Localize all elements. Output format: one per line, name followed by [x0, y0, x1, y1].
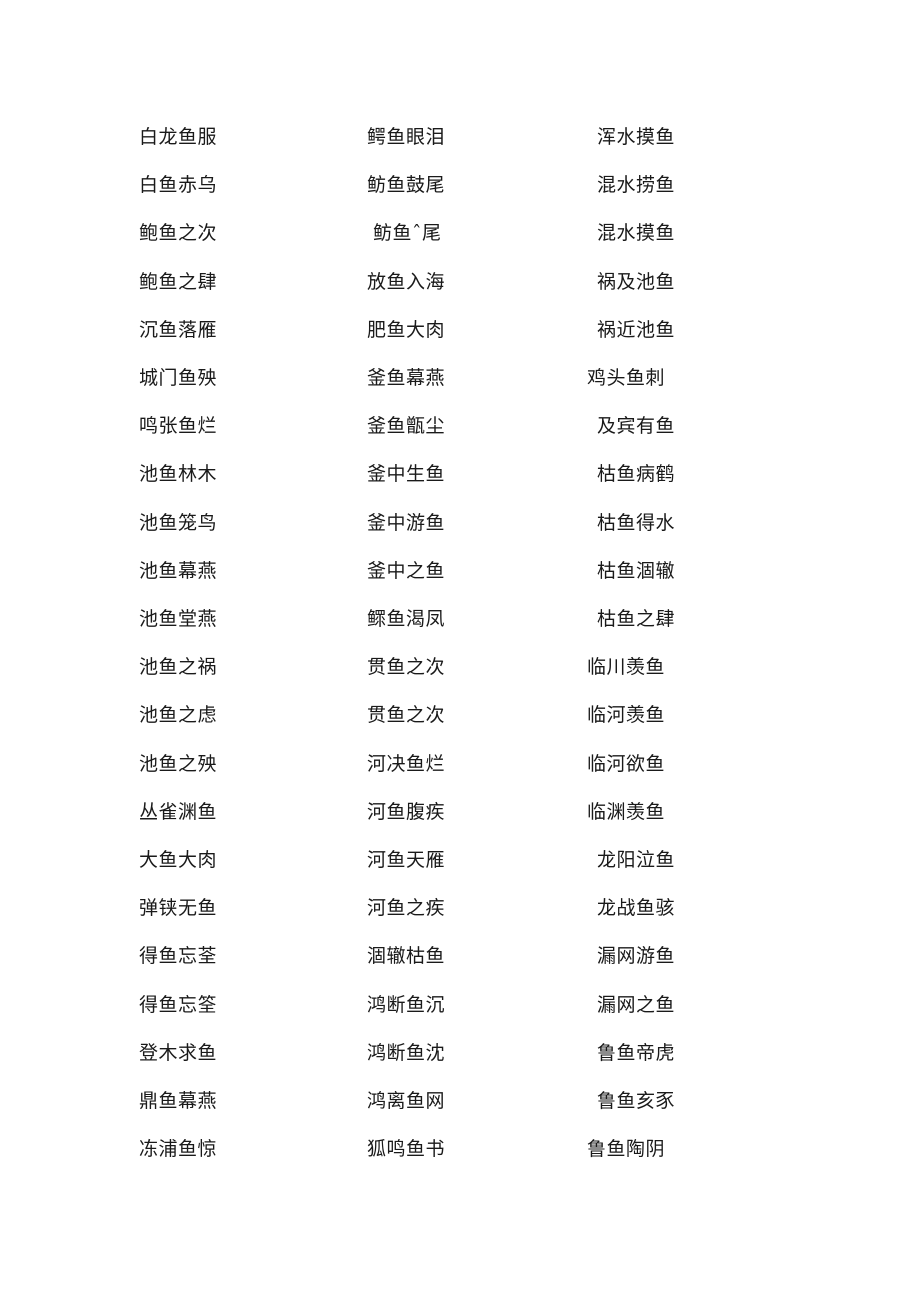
idiom-cell: 肥鱼大肉	[367, 318, 446, 341]
idiom-row: 鲍鱼之肆 放鱼入海 祸及池鱼	[0, 267, 920, 297]
idiom-cell: 鸿离鱼网	[367, 1090, 446, 1112]
idiom-row: 池鱼幕燕 釜中之鱼 枯鱼涸辙	[0, 556, 920, 586]
idiom-row: 池鱼之虑 贯鱼之次 临河羡鱼	[0, 700, 920, 730]
idiom-cell: 河鱼天雁	[367, 849, 446, 871]
idiom-row: 白龙鱼服 鳄鱼眼泪 浑水摸鱼	[0, 122, 920, 152]
idiom-cell: 池鱼之祸	[139, 656, 218, 679]
idiom-cell: 贯鱼之次	[367, 704, 446, 727]
idiom-cell: 放鱼入海	[367, 270, 446, 293]
idiom-cell: 丛雀渊鱼	[139, 800, 218, 823]
idiom-cell: 鸿断鱼沈	[367, 1041, 446, 1064]
idiom-cell: 鲂鱼鼓尾	[367, 174, 446, 197]
idiom-row: 白鱼赤乌 鲂鱼鼓尾 混水捞鱼	[0, 170, 920, 200]
idiom-row: 冻浦鱼惊 狐鸣鱼书 鲁鱼陶阴	[0, 1134, 920, 1164]
idiom-row: 沉鱼落雁 肥鱼大肉 祸近池鱼	[0, 315, 920, 345]
idiom-cell: 鲍鱼之肆	[139, 270, 218, 293]
idiom-cell: 釜鱼甑尘	[367, 415, 446, 438]
idiom-row: 得鱼忘筌 鸿断鱼沉 漏网之鱼	[0, 990, 920, 1020]
idiom-cell: 池鱼之虑	[139, 704, 218, 727]
idiom-cell: 临渊羡鱼	[587, 800, 666, 823]
idiom-cell: 鸡头鱼刺	[587, 367, 666, 389]
idiom-cell: 鲁鱼帝虎	[597, 1041, 676, 1064]
idiom-cell: 河鱼之疾	[367, 897, 446, 920]
idiom-cell: 得鱼忘荃	[139, 945, 218, 968]
idiom-cell: 涸辙枯鱼	[367, 945, 446, 968]
idiom-cell: 混水摸鱼	[597, 222, 676, 245]
idiom-cell: 白龙鱼服	[139, 126, 218, 148]
idiom-row: 鲍鱼之次 鲂鱼ˆ尾 混水摸鱼	[0, 218, 920, 248]
idiom-cell: 鳄鱼眼泪	[367, 126, 446, 148]
idiom-cell: 临河羡鱼	[587, 704, 666, 727]
idiom-row: 城门鱼殃 釜鱼幕燕 鸡头鱼刺	[0, 363, 920, 393]
idiom-cell: 釜中游鱼	[367, 511, 446, 534]
idiom-cell: 枯鱼涸辙	[597, 559, 676, 582]
idiom-cell: 鳏鱼渴凤	[367, 608, 446, 630]
idiom-cell: 混水捞鱼	[597, 174, 676, 197]
idiom-cell: 枯鱼得水	[597, 511, 676, 534]
idiom-cell: 贯鱼之次	[367, 656, 446, 679]
idiom-cell: 临河欲鱼	[587, 752, 666, 775]
idiom-row: 得鱼忘荃 涸辙枯鱼 漏网游鱼	[0, 941, 920, 971]
idiom-row: 池鱼之殃 河决鱼烂 临河欲鱼	[0, 749, 920, 779]
idiom-cell: 漏网游鱼	[597, 945, 676, 968]
idiom-cell: 釜中之鱼	[367, 559, 446, 582]
idiom-row: 池鱼之祸 贯鱼之次 临川羡鱼	[0, 652, 920, 682]
idiom-cell: 大鱼大肉	[139, 849, 218, 871]
idiom-cell: 及宾有鱼	[597, 415, 676, 438]
idiom-cell: 鼎鱼幕燕	[139, 1090, 218, 1112]
idiom-cell: 祸近池鱼	[597, 318, 676, 341]
idiom-row: 丛雀渊鱼 河鱼腹疾 临渊羡鱼	[0, 797, 920, 827]
idiom-cell: 釜鱼幕燕	[367, 367, 446, 389]
idiom-cell: 河鱼腹疾	[367, 800, 446, 823]
idiom-cell: 池鱼堂燕	[139, 608, 218, 630]
idiom-cell: 祸及池鱼	[597, 270, 676, 293]
idiom-cell: 龙阳泣鱼	[597, 849, 676, 871]
idiom-cell: 鲂鱼ˆ尾	[373, 222, 442, 245]
idiom-row: 池鱼笼鸟 釜中游鱼 枯鱼得水	[0, 508, 920, 538]
idiom-cell: 池鱼林木	[139, 463, 218, 486]
idiom-cell: 鸿断鱼沉	[367, 993, 446, 1016]
idiom-row: 鼎鱼幕燕 鸿离鱼网 鲁鱼亥豕	[0, 1086, 920, 1116]
idiom-cell: 登木求鱼	[139, 1041, 218, 1064]
idiom-cell: 鸣张鱼烂	[139, 415, 218, 438]
idiom-cell: 池鱼笼鸟	[139, 511, 218, 534]
idiom-row: 池鱼堂燕 鳏鱼渴凤 枯鱼之肆	[0, 604, 920, 634]
idiom-cell: 弹铗无鱼	[139, 897, 218, 920]
idiom-cell: 鲁鱼陶阴	[587, 1138, 666, 1161]
idiom-cell: 河决鱼烂	[367, 752, 446, 775]
idiom-cell: 龙战鱼骇	[597, 897, 676, 920]
idiom-cell: 枯鱼病鹤	[597, 463, 676, 486]
idiom-cell: 狐鸣鱼书	[367, 1138, 446, 1161]
idiom-cell: 白鱼赤乌	[139, 174, 218, 197]
idiom-cell: 临川羡鱼	[587, 656, 666, 679]
idiom-row: 池鱼林木 釜中生鱼 枯鱼病鹤	[0, 459, 920, 489]
idiom-cell: 釜中生鱼	[367, 463, 446, 486]
idiom-cell: 池鱼之殃	[139, 752, 218, 775]
idiom-row: 大鱼大肉 河鱼天雁 龙阳泣鱼	[0, 845, 920, 875]
idiom-cell: 鲍鱼之次	[139, 222, 218, 245]
idiom-cell: 沉鱼落雁	[139, 318, 218, 341]
idiom-cell: 城门鱼殃	[139, 367, 218, 389]
idiom-cell: 冻浦鱼惊	[139, 1138, 218, 1161]
document-page: 白龙鱼服 鳄鱼眼泪 浑水摸鱼白鱼赤乌 鲂鱼鼓尾 混水捞鱼鲍鱼之次 鲂鱼ˆ尾 混水摸鱼鲍鱼之肆…	[0, 0, 920, 1301]
idiom-cell: 池鱼幕燕	[139, 559, 218, 582]
idiom-row: 登木求鱼 鸿断鱼沈 鲁鱼帝虎	[0, 1038, 920, 1068]
idiom-cell: 枯鱼之肆	[597, 608, 676, 630]
idiom-row: 弹铗无鱼 河鱼之疾 龙战鱼骇	[0, 893, 920, 923]
idiom-cell: 鲁鱼亥豕	[597, 1090, 676, 1112]
idiom-cell: 漏网之鱼	[597, 993, 676, 1016]
idiom-row: 鸣张鱼烂 釜鱼甑尘 及宾有鱼	[0, 411, 920, 441]
idiom-cell: 浑水摸鱼	[597, 126, 676, 148]
idiom-cell: 得鱼忘筌	[139, 993, 218, 1016]
